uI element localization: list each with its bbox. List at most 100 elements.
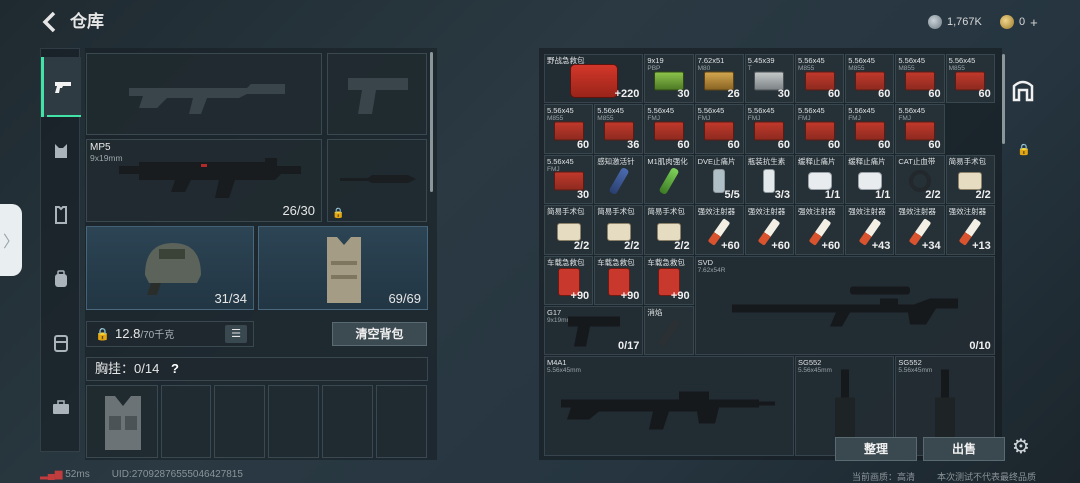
storage-item[interactable]: 瓶装抗生素 3/3	[744, 154, 794, 205]
storage-item[interactable]: CAT止血带 2/2	[895, 154, 945, 205]
item-name: CAT止血带	[898, 156, 936, 166]
list-view-button[interactable]: ☰	[225, 325, 247, 343]
storage-item[interactable]: 缓释止痛片 1/1	[845, 154, 895, 205]
helmet-slot[interactable]: 31/34	[86, 226, 254, 310]
storage-item[interactable]: 简易手术包 2/2	[544, 205, 594, 255]
item-icon	[807, 172, 832, 191]
tab-weapons[interactable]	[41, 57, 81, 117]
tab-armor[interactable]	[41, 185, 81, 245]
item-quantity: +90	[670, 289, 690, 302]
storage-item[interactable]: 强效注射器 +60	[694, 205, 744, 255]
item-icon	[857, 172, 882, 191]
pocket-slot[interactable]	[268, 385, 319, 458]
back-button[interactable]	[40, 10, 60, 34]
item-quantity: +60	[821, 239, 841, 252]
storage-item[interactable]: 强效注射器 +43	[845, 205, 895, 255]
pocket-slot[interactable]	[161, 385, 211, 458]
storage-scrollbar[interactable]	[1002, 54, 1005, 144]
sort-button[interactable]: 整理	[835, 437, 917, 461]
item-icon	[854, 71, 885, 91]
clear-backpack-button[interactable]: 清空背包	[332, 322, 427, 346]
item-quantity: 1/1	[875, 189, 891, 202]
item-subtype: 7.62x54R	[697, 266, 726, 274]
sell-button[interactable]: 出售	[923, 437, 1005, 461]
item-quantity: 60	[978, 88, 991, 101]
help-icon[interactable]: ?	[171, 358, 179, 380]
item-icon	[564, 312, 624, 353]
storage-item[interactable]: 5.56x45 M855 60	[795, 54, 845, 104]
storage-item[interactable]: 9x19 PBP 30	[644, 54, 694, 104]
item-quantity: 36	[627, 138, 640, 151]
storage-item[interactable]: 感知激活针	[594, 154, 644, 205]
storage-item[interactable]: 5.56x45 FMJ 60	[795, 104, 845, 154]
extract-icon[interactable]	[1011, 78, 1035, 102]
pocket-slot[interactable]	[322, 385, 373, 458]
settings-gear-icon[interactable]: ⚙	[1012, 434, 1030, 459]
storage-item[interactable]: 简易手术包 2/2	[945, 154, 995, 205]
item-name: M4A1	[547, 358, 567, 368]
storage-item[interactable]: 简易手术包 2/2	[644, 205, 694, 255]
storage-item[interactable]: 5.56x45 FMJ 60	[694, 104, 744, 154]
primary-weapon-slot-empty[interactable]	[86, 53, 322, 135]
chest-rig-icon	[55, 144, 67, 158]
storage-item[interactable]: 5.56x45 FMJ 60	[845, 104, 895, 154]
storage-item[interactable]: M1肌肉强化	[644, 154, 694, 205]
gold-coin-icon	[1000, 15, 1014, 29]
add-currency-icon[interactable]: +	[1030, 15, 1038, 30]
storage-item[interactable]: 5.56x45 M855 36	[594, 104, 644, 154]
chest-rig-slot[interactable]	[86, 385, 158, 458]
storage-item[interactable]: DVE止痛片 5/5	[694, 154, 744, 205]
storage-item[interactable]: 车载急救包 +90	[594, 255, 644, 305]
storage-item[interactable]: 车载急救包 +90	[544, 255, 594, 305]
storage-item[interactable]: 强效注射器 +60	[744, 205, 794, 255]
tab-chest-rig[interactable]	[41, 121, 81, 181]
storage-item[interactable]: 5.45x39 T 30	[744, 54, 794, 104]
item-quantity: 60	[677, 138, 690, 151]
pocket-slot[interactable]	[214, 385, 265, 458]
storage-item[interactable]: G17 9x19mm 0/17	[544, 306, 644, 356]
item-name: SG552	[798, 358, 822, 368]
tab-backpack[interactable]	[41, 249, 81, 309]
storage-item[interactable]: 5.56x45 FMJ 60	[644, 104, 694, 154]
storage-item[interactable]: 强效注射器 +13	[945, 205, 995, 255]
melee-slot[interactable]: 🔒	[327, 139, 427, 222]
storage-item[interactable]: 野战急救包 +220	[544, 54, 644, 104]
item-subtype: 5.56x45mm	[798, 367, 832, 375]
storage-item[interactable]: 5.56x45 FMJ 60	[744, 104, 794, 154]
side-drawer-handle[interactable]: 〉	[0, 204, 22, 276]
tab-toolbox[interactable]	[41, 377, 81, 437]
storage-item[interactable]: 消焰	[644, 306, 694, 356]
storage-item[interactable]: SVD 7.62x54R 0/10	[694, 255, 995, 356]
armor-icon	[55, 206, 67, 224]
storage-item[interactable]: 车载急救包 +90	[644, 255, 694, 305]
tab-container[interactable]	[41, 313, 81, 373]
secondary-weapon-slot-empty[interactable]	[327, 53, 427, 135]
storage-item[interactable]: M4A1 5.56x45mm	[544, 356, 794, 457]
pocket-slot[interactable]	[376, 385, 427, 458]
storage-item[interactable]: 强效注射器 +34	[895, 205, 945, 255]
item-name: M1肌肉强化	[647, 156, 688, 166]
storage-item[interactable]: 缓释止痛片 1/1	[795, 154, 845, 205]
item-icon	[713, 169, 726, 194]
item-quantity: 2/2	[975, 189, 991, 202]
chevron-left-icon	[42, 11, 56, 33]
storage-item[interactable]: 强效注射器 +60	[795, 205, 845, 255]
storage-item[interactable]: 5.56x45 M855 60	[895, 54, 945, 104]
storage-item[interactable]: 简易手术包 2/2	[594, 205, 644, 255]
item-name: 强效注射器	[948, 207, 987, 217]
storage-item[interactable]: 5.56x45 M855 60	[544, 104, 594, 154]
item-name: G17	[547, 308, 562, 317]
quality-footer: 当前画质：高清 本次测试不代表最终品质	[852, 470, 1036, 483]
currency-gold[interactable]: 0 +	[1000, 13, 1038, 31]
item-quantity: 1/1	[824, 189, 841, 202]
item-name: 5.56x45	[597, 106, 624, 116]
storage-item[interactable]: 7.62x51 M80 26	[694, 54, 744, 104]
item-quantity: 2/2	[925, 189, 941, 202]
armor-slot[interactable]: 69/69	[258, 226, 428, 310]
storage-item[interactable]: 5.56x45 FMJ 30	[544, 154, 594, 205]
equipment-scrollbar[interactable]	[430, 52, 433, 192]
primary-weapon-slot[interactable]: MP5 9x19mm 26/30	[86, 139, 322, 222]
storage-item[interactable]: 5.56x45 M855 60	[845, 54, 895, 104]
storage-item[interactable]: 5.56x45 M855 60	[945, 54, 995, 104]
storage-item[interactable]: 5.56x45 FMJ 60	[895, 104, 945, 154]
